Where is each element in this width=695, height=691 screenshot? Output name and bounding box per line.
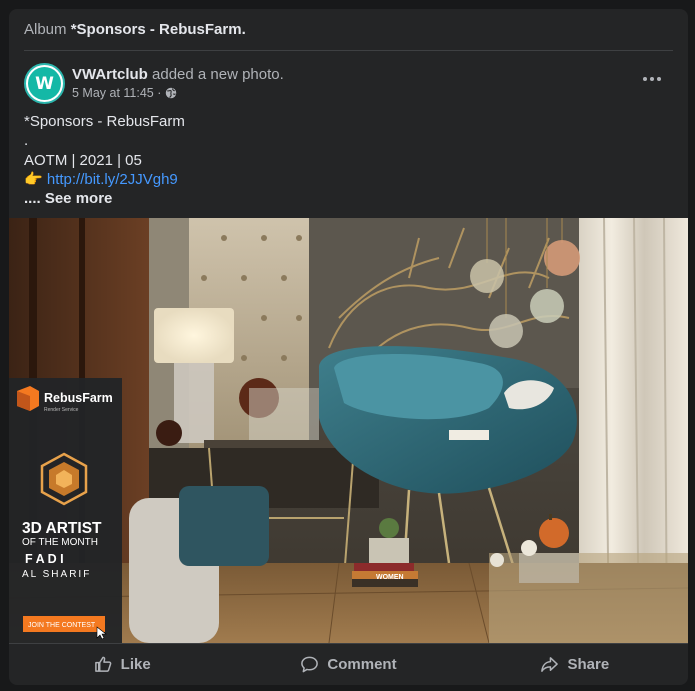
pointing-hand-emoji: 👉 [24,170,43,188]
see-more-link[interactable]: .... See more [24,189,185,208]
join-contest-label: JOIN THE CONTEST [28,622,96,629]
caption-line: . [24,132,29,150]
more-options-icon[interactable] [637,67,667,91]
caption-link[interactable]: http://bit.ly/2JJVgh9 [47,171,178,188]
post-action-text: added a new photo. [152,66,284,83]
banner-name-first: F A D I [25,552,64,566]
caption-line: AOTM | 2021 | 05 [24,151,142,169]
post-card: Album *Sponsors - RebusFarm. W VWArtclub… [9,9,688,685]
share-button[interactable]: Share [462,644,688,685]
banner-headline: 3D ARTIST [22,520,102,537]
divider [24,50,673,51]
rebusfarm-logo [17,386,39,411]
like-label: Like [120,656,151,673]
post-header: W VWArtclub added a new photo. 5 May at … [24,63,673,105]
poster-line: VWArtclub added a new photo. [72,66,284,83]
post-actions-bar: Like Comment Share [9,643,688,685]
share-icon [541,657,559,672]
share-label: Share [567,656,610,673]
comment-label: Comment [327,656,397,673]
comment-button[interactable]: Comment [235,644,461,685]
author-name-link[interactable]: VWArtclub [72,66,148,83]
banner-brand: RebusFarm [44,391,113,405]
globe-icon[interactable] [165,87,177,99]
banner-name-last: AL SHARIF [22,569,91,580]
album-header: Album *Sponsors - RebusFarm. [24,21,246,38]
caption-link-line: 👉 http://bit.ly/2JJVgh9 [24,170,185,189]
album-title-link[interactable]: *Sponsors - RebusFarm. [71,21,246,38]
post-meta: 5 May at 11:45 · [72,86,177,100]
album-prefix: Album [24,21,67,38]
interior-render-image: WOMEN RebusFarm Render Service 3D ARTIST… [9,218,688,643]
avatar-logo: W [28,67,61,100]
post-caption: *Sponsors - RebusFarm . AOTM | 2021 | 05… [24,112,185,208]
avatar[interactable]: W [24,63,65,104]
like-button[interactable]: Like [9,644,235,685]
rebusfarm-banner: RebusFarm Render Service 3D ARTIST OF TH… [9,378,122,643]
thumbs-up-icon [94,656,112,672]
banner-brand-sub: Render Service [44,407,79,413]
comment-icon [301,656,319,673]
banner-subheadline: OF THE MONTH [22,537,98,548]
timestamp-link[interactable]: 5 May at 11:45 · [72,86,161,100]
caption-line: *Sponsors - RebusFarm [24,113,185,130]
post-photo[interactable]: WOMEN RebusFarm Render Service 3D ARTIST… [9,218,688,643]
